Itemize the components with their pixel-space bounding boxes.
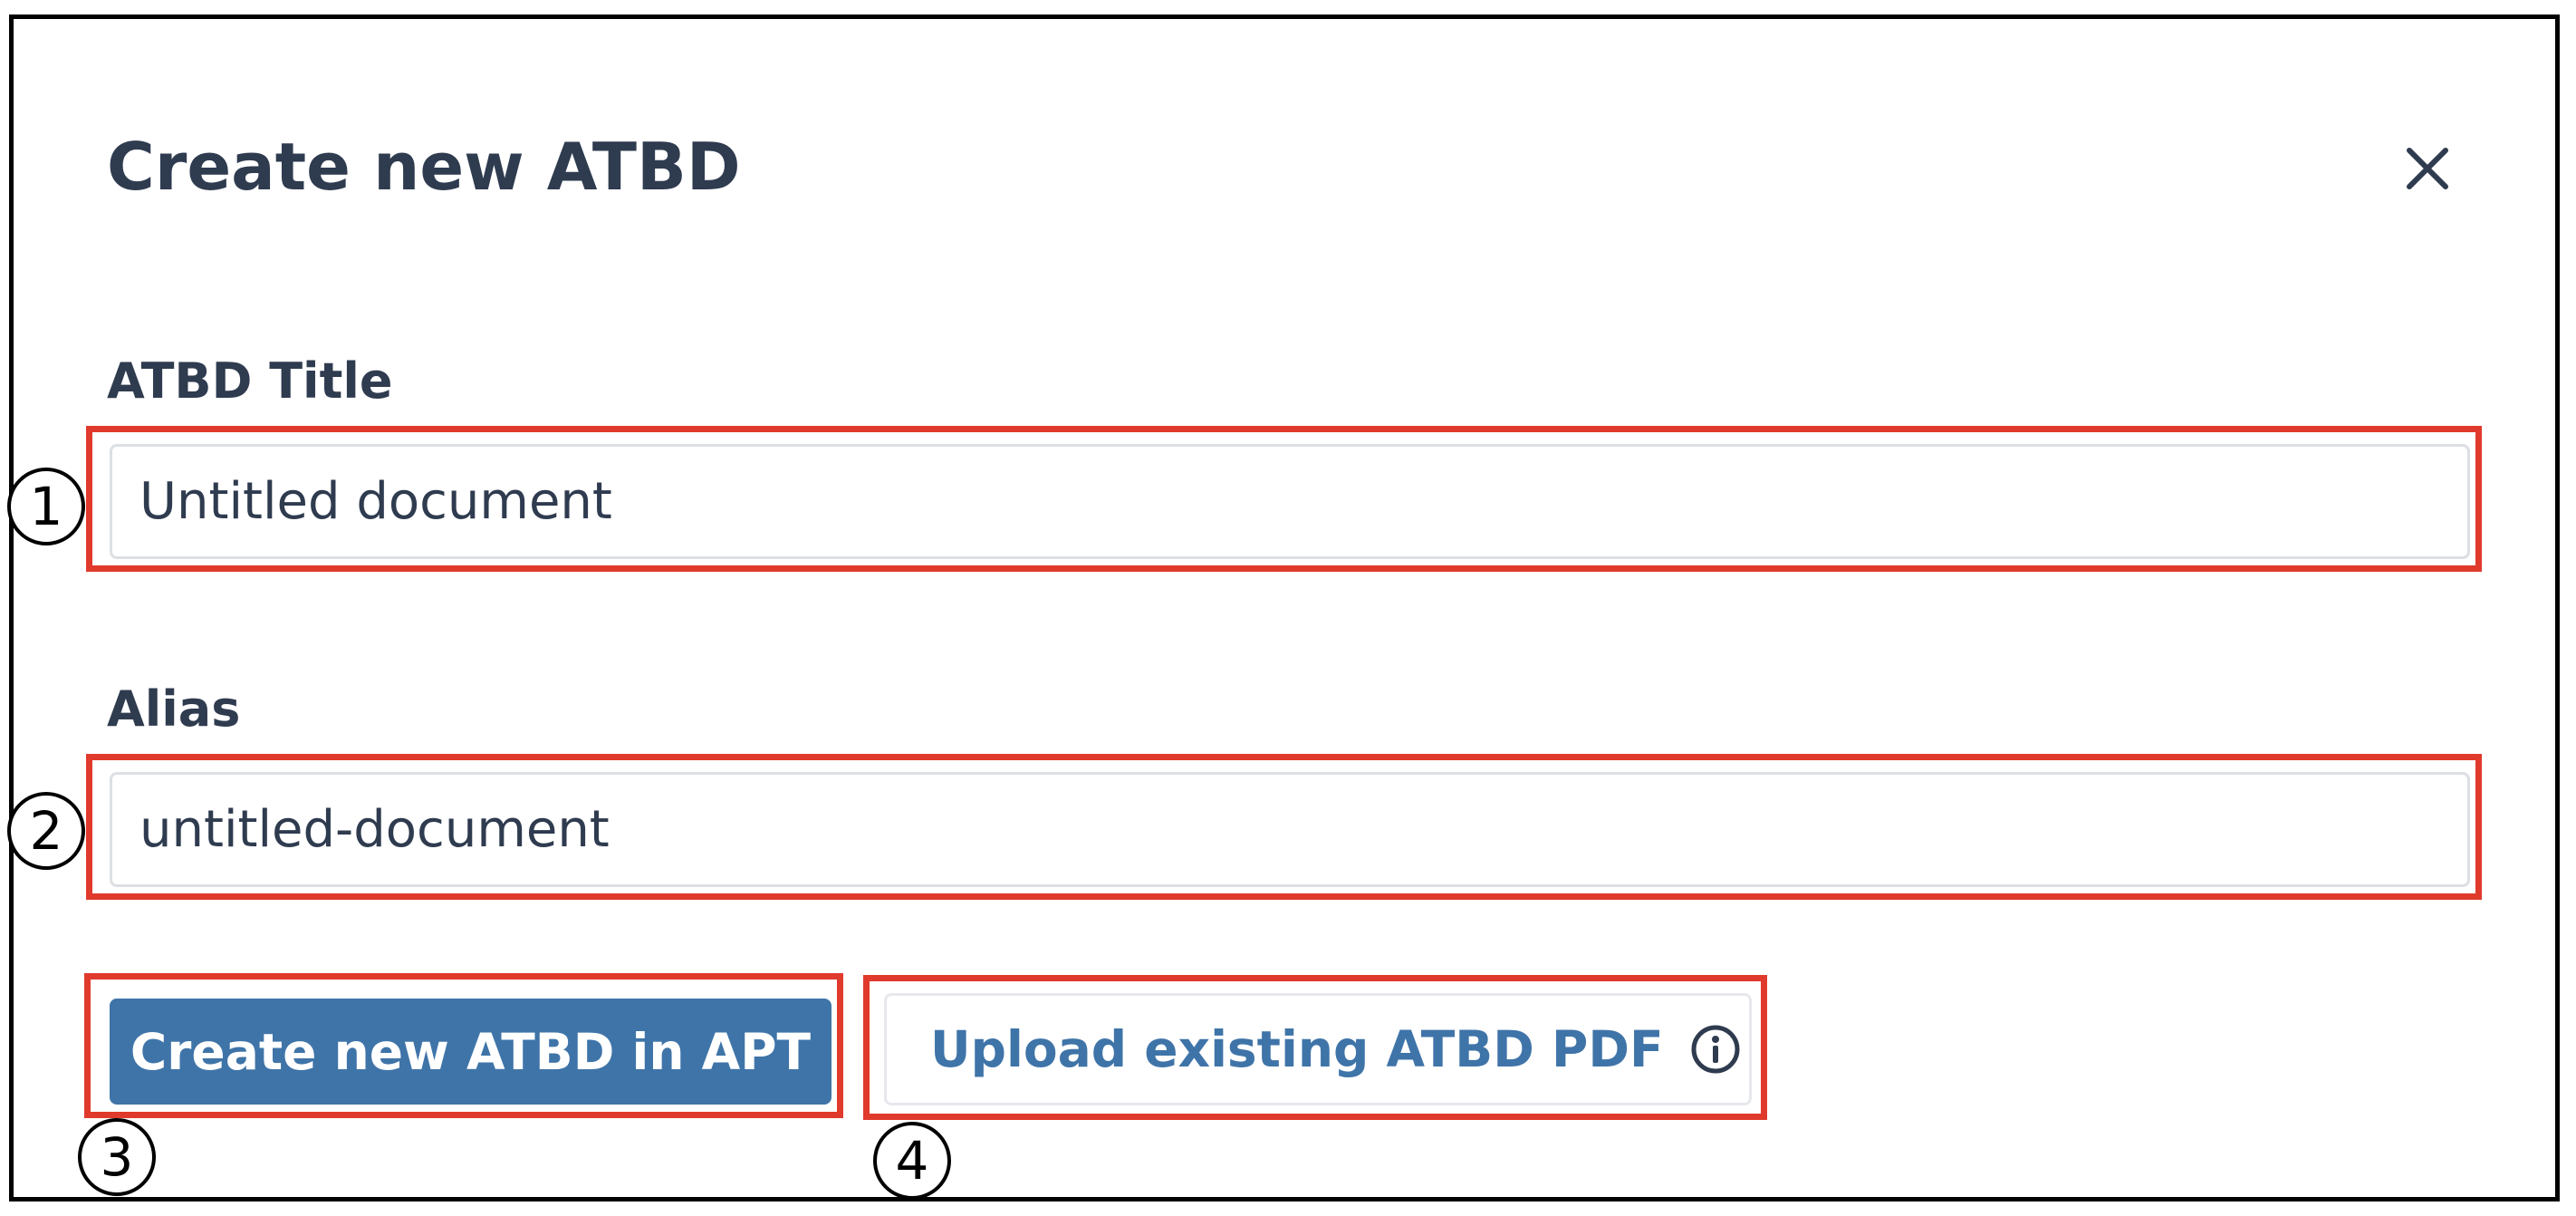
info-icon[interactable] xyxy=(1689,1023,1742,1076)
callout-marker-3: 3 xyxy=(78,1118,156,1196)
upload-pdf-button[interactable]: Upload existing ATBD PDF xyxy=(884,993,1752,1105)
title-field-label: ATBD Title xyxy=(107,352,393,410)
callout-marker-2: 2 xyxy=(7,792,85,870)
dialog-title: Create new ATBD xyxy=(107,129,741,205)
upload-pdf-button-label: Upload existing ATBD PDF xyxy=(930,1020,1664,1078)
title-input[interactable] xyxy=(110,444,2470,559)
create-atbd-button[interactable]: Create new ATBD in APT xyxy=(110,999,831,1105)
callout-marker-4: 4 xyxy=(873,1122,951,1200)
close-icon[interactable] xyxy=(2404,145,2451,192)
alias-field-label: Alias xyxy=(107,680,241,738)
callout-marker-1: 1 xyxy=(7,468,85,545)
alias-input[interactable] xyxy=(110,772,2470,887)
